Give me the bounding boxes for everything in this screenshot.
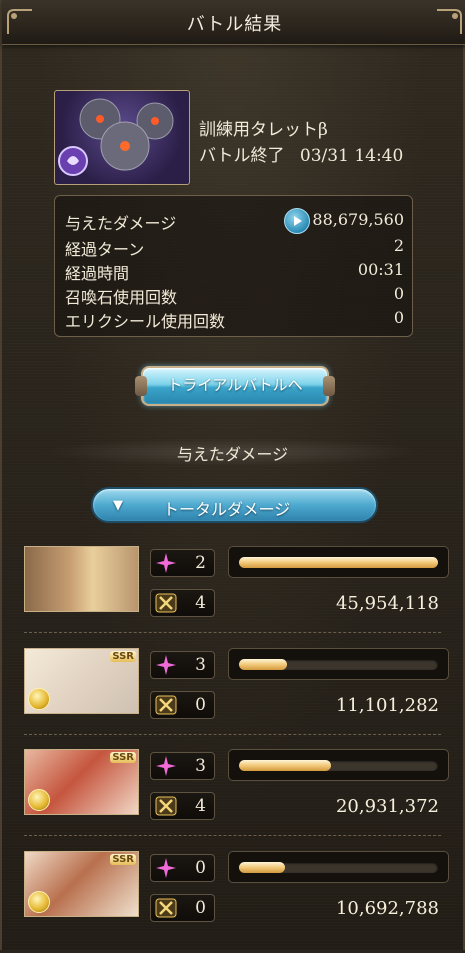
damage-bar: [228, 648, 449, 680]
damage-bar-track: [239, 659, 438, 670]
damage-bar-track: [239, 862, 438, 873]
skill-count-badge: 3: [150, 752, 215, 780]
character-damage: 10,692,788: [335, 898, 439, 919]
row-divider: [24, 734, 441, 735]
enemy-name: 訓練用タレットβ: [199, 120, 328, 140]
triangle-down-icon: ▼: [113, 498, 123, 513]
crossed-swords-icon: [155, 695, 177, 715]
stat-value: 2: [393, 236, 404, 255]
ability-count: 0: [195, 898, 206, 918]
damage-bar-fill: [239, 760, 331, 771]
skill-count-badge: 3: [150, 651, 215, 679]
skill-count: 2: [195, 553, 206, 573]
stat-value: 0: [393, 284, 404, 303]
character-portrait[interactable]: SSR: [24, 749, 139, 815]
stat-value: 88,679,560: [312, 210, 404, 229]
total-damage-dropdown[interactable]: ▼ トータルダメージ: [91, 487, 378, 523]
sparkle-icon: [156, 553, 176, 573]
damage-bar: [228, 851, 449, 883]
battle-stats-panel: 与えたダメージ 88,679,560 経過ターン 2 経過時間 00:31 召喚…: [54, 195, 413, 337]
ability-count-badge: 0: [150, 691, 215, 719]
character-damage: 11,101,282: [335, 695, 439, 716]
ability-count: 0: [195, 695, 206, 715]
ability-count-badge: 0: [150, 894, 215, 922]
rarity-badge: SSR: [110, 752, 136, 763]
stat-row-time: 経過時間 00:31: [65, 260, 404, 283]
enemy-portrait: [54, 90, 190, 185]
crossed-swords-icon: [155, 796, 177, 816]
skill-count-badge: 2: [150, 549, 215, 577]
battle-datetime: 03/31 14:40: [299, 146, 404, 166]
element-light-icon: [28, 688, 50, 710]
stat-label: 経過ターン: [65, 240, 145, 259]
character-portrait[interactable]: SSR: [24, 851, 139, 917]
ability-count-badge: 4: [150, 589, 215, 617]
sparkle-icon: [156, 756, 176, 776]
character-portrait[interactable]: SSR: [24, 648, 139, 714]
element-light-icon: [28, 891, 50, 913]
trial-battle-label: トライアルバトルへ: [167, 376, 303, 394]
crossed-swords-icon: [155, 898, 177, 918]
button-knob-left: [135, 376, 147, 396]
damage-bar: [228, 749, 449, 781]
skill-count: 3: [195, 655, 206, 675]
row-divider: [24, 632, 441, 633]
damage-bar: [228, 546, 449, 578]
damage-bar-fill: [239, 557, 438, 568]
stat-row-elixir: エリクシール使用回数 0: [65, 308, 404, 331]
stat-label: エリクシール使用回数: [65, 312, 226, 331]
stat-value: 00:31: [357, 260, 404, 279]
sparkle-icon: [156, 655, 176, 675]
stat-value: 0: [393, 308, 404, 327]
battle-status: バトル終了 03/31 14:40: [199, 141, 403, 166]
skill-count: 3: [195, 756, 206, 776]
total-damage-label: トータルダメージ: [163, 500, 291, 519]
crossed-swords-icon: [155, 593, 177, 613]
sparkle-icon: [156, 858, 176, 878]
stat-row-summon: 召喚石使用回数 0: [65, 284, 404, 307]
character-portrait[interactable]: [24, 546, 139, 612]
ability-count: 4: [195, 593, 206, 613]
play-icon[interactable]: [284, 208, 310, 234]
battle-result-screen: バトル結果 訓練用タレットβ バトル終了 03/31 14:40 与えたダメージ: [0, 0, 465, 950]
skill-count: 0: [195, 858, 206, 878]
rarity-badge: SSR: [110, 651, 136, 662]
section-title: 与えたダメージ: [176, 445, 289, 464]
character-damage: 45,954,118: [335, 593, 439, 614]
rarity-badge: SSR: [110, 854, 136, 865]
trial-battle-button[interactable]: トライアルバトルへ: [135, 366, 335, 406]
battle-status-text: バトル終了: [199, 146, 285, 166]
stat-row-turns: 経過ターン 2: [65, 236, 404, 259]
damage-bar-track: [239, 760, 438, 771]
page-title: バトル結果: [186, 14, 283, 35]
stat-label: 与えたダメージ: [65, 214, 177, 233]
damage-bar-fill: [239, 862, 285, 873]
row-divider: [24, 835, 441, 836]
ability-count: 4: [195, 796, 206, 816]
header-bar: バトル結果: [2, 0, 465, 45]
skill-count-badge: 0: [150, 854, 215, 882]
ability-count-badge: 4: [150, 792, 215, 820]
character-row: SSR 0 0 10,692,788: [2, 851, 465, 953]
damage-bar-fill: [239, 659, 287, 670]
ornament-right-icon: [437, 9, 462, 34]
stat-row-damage: 与えたダメージ 88,679,560: [65, 208, 404, 234]
stat-label: 経過時間: [65, 264, 130, 283]
element-light-icon: [28, 789, 50, 811]
stat-label: 召喚石使用回数: [65, 288, 178, 307]
damage-bar-track: [239, 557, 438, 568]
button-knob-right: [323, 376, 335, 396]
character-damage: 20,931,372: [335, 796, 439, 817]
